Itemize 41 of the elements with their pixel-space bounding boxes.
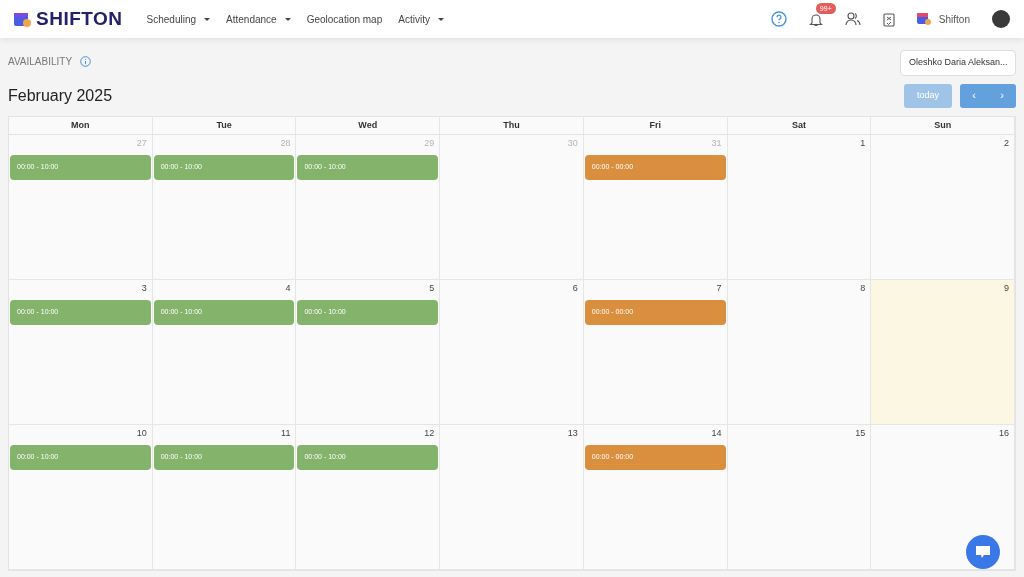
- day-number[interactable]: 14: [584, 427, 726, 441]
- day-number[interactable]: 12: [297, 427, 439, 441]
- avatar[interactable]: [992, 10, 1010, 28]
- day-number[interactable]: 9: [872, 282, 1013, 296]
- day-number[interactable]: 13: [441, 427, 582, 441]
- help-icon[interactable]: [770, 11, 787, 27]
- day-number[interactable]: 4: [153, 282, 295, 296]
- weekday-header: Sun: [871, 116, 1015, 135]
- day-number[interactable]: 2: [872, 137, 1013, 151]
- logo-icon: [14, 11, 32, 27]
- nav-menu-item[interactable]: Attendance: [226, 11, 291, 27]
- page-title: AVAILABILITY: [8, 55, 73, 69]
- weekday-header: Wed: [296, 116, 441, 135]
- day-number[interactable]: 16: [872, 427, 1013, 441]
- employee-select[interactable]: Oleshko Daria Aleksan...: [900, 50, 1016, 76]
- weekday-header: Tue: [152, 116, 297, 135]
- brand-logo-text[interactable]: SHIFTON: [36, 4, 123, 34]
- day-number[interactable]: 5: [297, 282, 439, 296]
- nav-menu-item[interactable]: Geolocation map: [306, 11, 383, 27]
- day-number[interactable]: 7: [584, 282, 726, 296]
- bell-icon[interactable]: [808, 12, 823, 28]
- clipboard-icon[interactable]: [882, 11, 895, 27]
- company-name[interactable]: Shifton: [938, 11, 970, 27]
- day-number[interactable]: 11: [153, 427, 295, 441]
- nav-menu-item[interactable]: Activity: [398, 11, 444, 27]
- weekday-header: Fri: [583, 116, 728, 135]
- day-number[interactable]: 3: [10, 282, 151, 296]
- weekday-header: Mon: [9, 116, 153, 135]
- weekday-header: Sat: [727, 116, 872, 135]
- weekday-header: Thu: [440, 116, 584, 135]
- nav-menu-item[interactable]: Scheduling: [146, 11, 211, 27]
- month-title: February 2025: [8, 85, 113, 106]
- day-number[interactable]: 10: [10, 427, 151, 441]
- day-number[interactable]: 6: [441, 282, 582, 296]
- day-number[interactable]: 15: [728, 427, 870, 441]
- company-logo-icon[interactable]: [916, 12, 931, 26]
- users-icon[interactable]: [844, 12, 861, 26]
- info-icon[interactable]: [80, 56, 92, 67]
- chat-icon: [975, 545, 991, 559]
- day-number[interactable]: 8: [728, 282, 870, 296]
- day-number[interactable]: 1: [728, 137, 870, 151]
